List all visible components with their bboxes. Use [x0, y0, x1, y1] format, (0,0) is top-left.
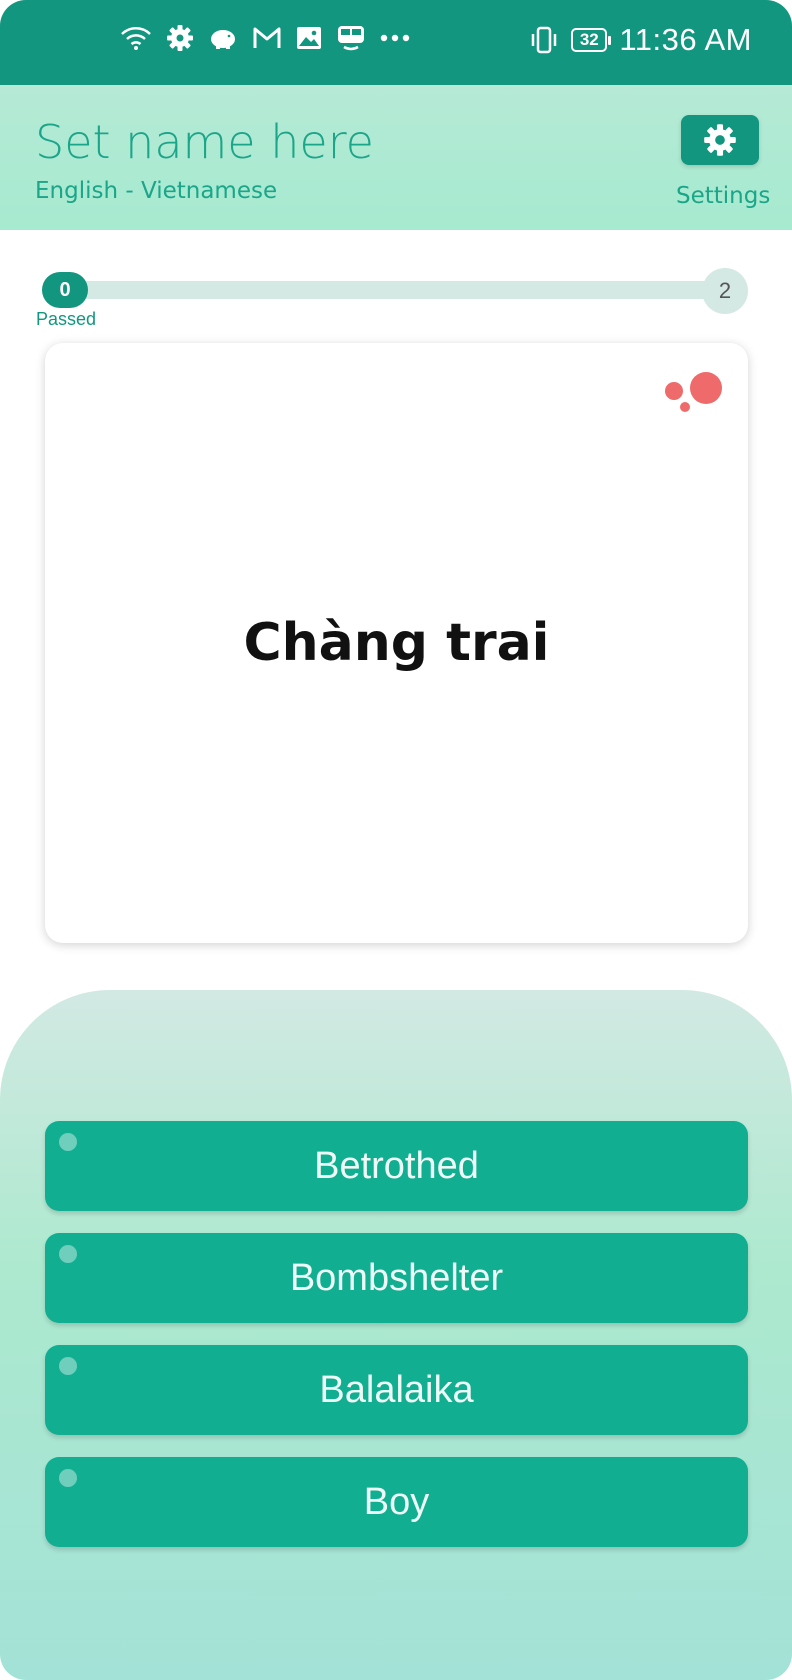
answer-label: Balalaika: [319, 1368, 474, 1411]
language-pair: English - Vietnamese: [35, 178, 278, 204]
gmail-icon: [253, 27, 281, 48]
answer-indicator-dot: [59, 1245, 77, 1263]
status-time: 11:36 AM: [619, 22, 752, 57]
answer-indicator-dot: [59, 1469, 77, 1487]
gear-icon: [704, 124, 736, 156]
app-screen: 32 11:36 AM Set name here English - Viet…: [0, 0, 792, 1680]
answer-option-4[interactable]: Boy: [45, 1457, 748, 1547]
card-word: Chàng trai: [243, 613, 550, 673]
settings-button[interactable]: [681, 115, 759, 165]
answer-indicator-dot: [59, 1133, 77, 1151]
flashcard[interactable]: Chàng trai: [45, 343, 748, 943]
piggy-bank-icon: [211, 30, 235, 49]
answer-label: Betrothed: [314, 1144, 479, 1187]
bubbles-icon[interactable]: [662, 369, 722, 413]
status-bar: 32 11:36 AM: [0, 0, 792, 85]
status-icons: [120, 24, 410, 52]
header: Set name here English - Vietnamese Setti…: [0, 85, 792, 235]
battery-level: 32: [579, 30, 599, 49]
answer-indicator-dot: [59, 1357, 77, 1375]
set-title[interactable]: Set name here: [35, 115, 374, 169]
more-dots-icon: [380, 34, 410, 42]
answer-option-2[interactable]: Bombshelter: [45, 1233, 748, 1323]
answer-label: Bombshelter: [289, 1256, 504, 1299]
vibrate-icon: [532, 26, 557, 54]
answer-option-1[interactable]: Betrothed: [45, 1121, 748, 1211]
bus-icon: [338, 26, 364, 51]
settings-label[interactable]: Settings: [676, 183, 770, 209]
gallery-icon: [297, 27, 321, 49]
wifi-icon: [121, 27, 151, 50]
settings-icon: [167, 25, 193, 51]
battery-indicator: 32: [571, 28, 612, 52]
answers-area: [0, 990, 792, 1680]
progress-track: [44, 281, 744, 299]
answer-label: Boy: [363, 1480, 430, 1523]
progress-total-count: 2: [702, 268, 748, 314]
answer-option-3[interactable]: Balalaika: [45, 1345, 748, 1435]
progress-passed-count: 0: [42, 272, 88, 308]
status-right: 32 11:36 AM: [529, 22, 752, 58]
progress-passed-label: Passed: [36, 309, 97, 329]
